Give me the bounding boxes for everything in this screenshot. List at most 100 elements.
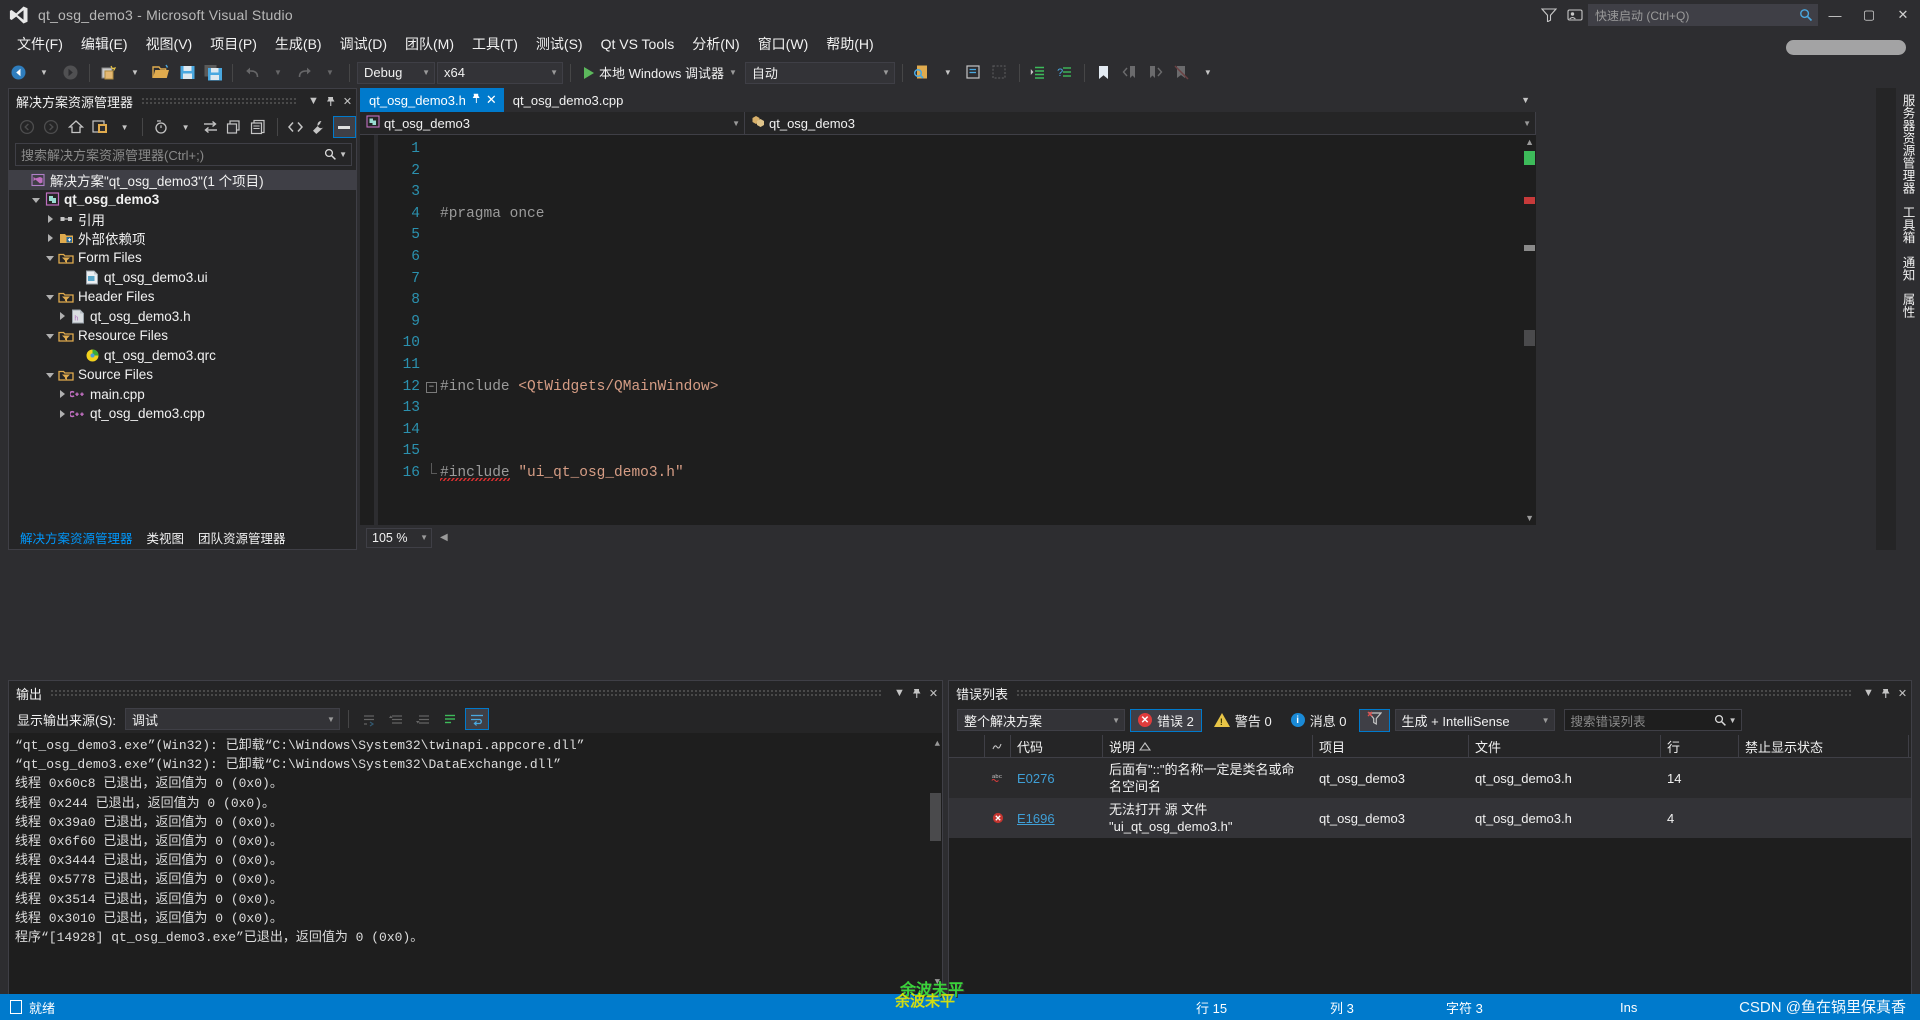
platform-combo[interactable]: x64 ▼ xyxy=(437,61,563,84)
twisty-open-icon[interactable] xyxy=(43,332,57,340)
save-icon[interactable] xyxy=(175,61,199,85)
scroll-up-icon[interactable]: ▲ xyxy=(1525,137,1534,147)
close-button[interactable]: ✕ xyxy=(1886,0,1920,30)
home-icon[interactable] xyxy=(64,116,87,138)
quick-help-icon[interactable]: ? xyxy=(1053,61,1077,85)
close-icon[interactable]: ✕ xyxy=(339,91,356,111)
navigate-forward-icon[interactable] xyxy=(58,61,82,85)
scroll-up-icon[interactable]: ▲ xyxy=(935,735,940,754)
scroll-thumb[interactable] xyxy=(930,793,941,841)
properties-window-icon[interactable] xyxy=(308,116,331,138)
code-editor[interactable]: 1 2 3 4 5 6 7 8 9 10 11 12 13 14 15 16 #… xyxy=(360,135,1536,525)
document-tab-header[interactable]: qt_osg_demo3.h ✕ xyxy=(360,88,504,112)
auto-combo[interactable]: 自动 ▼ xyxy=(744,61,895,84)
clear-filter-button[interactable] xyxy=(1358,708,1390,732)
preview-selected-items-icon[interactable] xyxy=(332,116,357,138)
messages-filter-button[interactable]: i 消息 0 xyxy=(1284,709,1354,732)
tree-item-project[interactable]: qt_osg_demo3 xyxy=(9,190,356,210)
output-source-combo[interactable]: 调试 ▼ xyxy=(124,708,340,730)
build-filter-combo[interactable]: 生成 + IntelliSense ▼ xyxy=(1394,709,1555,731)
back-icon[interactable] xyxy=(15,116,38,138)
twisty-closed-icon[interactable] xyxy=(55,312,69,321)
tree-item-source-files[interactable]: Source Files xyxy=(9,365,356,385)
sync-with-active-document-icon[interactable] xyxy=(149,116,172,138)
forward-icon[interactable] xyxy=(39,116,62,138)
tree-item-header-files[interactable]: Header Files xyxy=(9,287,356,307)
go-to-previous-icon[interactable] xyxy=(384,708,408,730)
twisty-open-icon[interactable] xyxy=(29,196,43,203)
new-project-icon[interactable] xyxy=(97,61,121,85)
menu-analyze[interactable]: 分析(N) xyxy=(683,31,748,57)
close-icon[interactable]: ✕ xyxy=(1894,683,1911,703)
code-line[interactable]: − #include <QtWidgets/QMainWindow> xyxy=(426,377,1536,399)
chevron-down-icon[interactable]: ▼ xyxy=(891,683,908,703)
menu-tools[interactable]: 工具(T) xyxy=(463,31,527,57)
close-icon[interactable]: ✕ xyxy=(925,683,942,703)
toolbar-overflow-icon[interactable]: ▼ xyxy=(1196,61,1220,85)
pin-icon[interactable] xyxy=(322,91,339,111)
tab-team-explorer[interactable]: 团队资源管理器 xyxy=(191,526,293,549)
quick-launch-input[interactable]: 快速启动 (Ctrl+Q) xyxy=(1588,4,1818,26)
error-search-input[interactable]: 搜索错误列表 ▼ xyxy=(1563,709,1742,731)
tree-item-form-files[interactable]: Form Files xyxy=(9,248,356,268)
collapse-region-icon[interactable]: − xyxy=(426,381,437,393)
document-tab-source[interactable]: qt_osg_demo3.cpp xyxy=(503,88,631,112)
menu-view[interactable]: 视图(V) xyxy=(137,31,202,57)
redo-icon[interactable] xyxy=(292,61,316,85)
navigate-back-icon[interactable] xyxy=(6,61,30,85)
twisty-closed-icon[interactable] xyxy=(43,234,57,243)
clear-all-icon[interactable] xyxy=(438,708,462,730)
comment-icon[interactable] xyxy=(962,61,986,85)
clear-bookmarks-icon[interactable] xyxy=(1170,61,1194,85)
minimize-button[interactable]: — xyxy=(1818,0,1852,30)
editor-vertical-scrollbar[interactable]: ▲ ▼ xyxy=(1521,135,1536,525)
status-insert-mode[interactable]: Ins xyxy=(1620,1000,1637,1015)
toggle-word-wrap-icon[interactable] xyxy=(464,708,489,730)
menu-file[interactable]: 文件(F) xyxy=(8,31,72,57)
code-line[interactable] xyxy=(426,290,1536,312)
tree-item-solution[interactable]: 解决方案"qt_osg_demo3"(1 个项目) xyxy=(9,170,356,190)
refresh-icon[interactable] xyxy=(198,116,221,138)
column-header-code[interactable]: 代码 xyxy=(1011,735,1103,758)
type-navigation-combo[interactable]: qt_osg_demo3 ▼ xyxy=(360,112,745,134)
horizontal-scroll-left-icon[interactable]: ◀ xyxy=(434,532,454,543)
output-text[interactable]: “qt_osg_demo3.exe”(Win32): 已卸载“C:\Window… xyxy=(9,733,942,994)
pin-icon[interactable] xyxy=(471,93,481,107)
twisty-closed-icon[interactable] xyxy=(55,409,69,418)
zoom-level-combo[interactable]: 105 % ▼ xyxy=(366,527,432,548)
output-vertical-scrollbar[interactable]: ▲ ▼ xyxy=(927,733,942,994)
tree-item-references[interactable]: 引用 xyxy=(9,209,356,229)
next-bookmark-icon[interactable] xyxy=(1144,61,1168,85)
pending-changes-icon[interactable] xyxy=(88,116,111,138)
start-debugging-button[interactable]: 本地 Windows 调试器 ▼ xyxy=(578,61,743,85)
undo-dropdown-icon[interactable]: ▼ xyxy=(266,61,290,85)
collapse-all-icon[interactable] xyxy=(223,116,246,138)
error-row[interactable]: abc E0276 后面有"::"的名称一定是类名或命名空间名 qt_osg_d… xyxy=(949,758,1911,798)
redo-dropdown-icon[interactable]: ▼ xyxy=(318,61,342,85)
previous-bookmark-icon[interactable] xyxy=(1118,61,1142,85)
tree-item-demo-cpp[interactable]: qt_osg_demo3.cpp xyxy=(9,404,356,424)
error-code[interactable]: E0276 xyxy=(1011,758,1103,798)
member-navigation-combo[interactable]: qt_osg_demo3 ▼ xyxy=(745,112,1536,134)
close-icon[interactable]: ✕ xyxy=(486,92,497,108)
column-header-project[interactable]: 项目 xyxy=(1313,735,1469,758)
menu-project[interactable]: 项目(P) xyxy=(201,31,266,57)
code-line[interactable]: #include "ui_qt_osg_demo3.h" xyxy=(426,462,1536,485)
scroll-thumb[interactable] xyxy=(1524,330,1535,346)
error-code[interactable]: E1696 xyxy=(1011,798,1103,838)
view-code-icon[interactable] xyxy=(284,116,307,138)
navigate-back-dropdown-icon[interactable]: ▼ xyxy=(32,61,56,85)
tree-item-qrc-file[interactable]: qt_osg_demo3.qrc xyxy=(9,346,356,366)
tree-item-external-dependencies[interactable]: 外部依赖项 xyxy=(9,229,356,249)
undo-icon[interactable] xyxy=(240,61,264,85)
warnings-filter-button[interactable]: 警告 0 xyxy=(1207,709,1279,732)
tab-strip-overflow[interactable]: ▼ xyxy=(1521,88,1536,112)
breakpoint-gutter[interactable] xyxy=(360,135,374,525)
tree-item-header-file[interactable]: h qt_osg_demo3.h xyxy=(9,307,356,327)
tree-item-main-cpp[interactable]: main.cpp xyxy=(9,385,356,405)
twisty-open-icon[interactable] xyxy=(43,254,57,262)
code-line[interactable]: #pragma once xyxy=(426,204,1536,226)
uncomment-icon[interactable] xyxy=(988,61,1012,85)
open-file-icon[interactable] xyxy=(149,61,173,85)
column-header-description[interactable]: 说明 xyxy=(1103,735,1313,758)
